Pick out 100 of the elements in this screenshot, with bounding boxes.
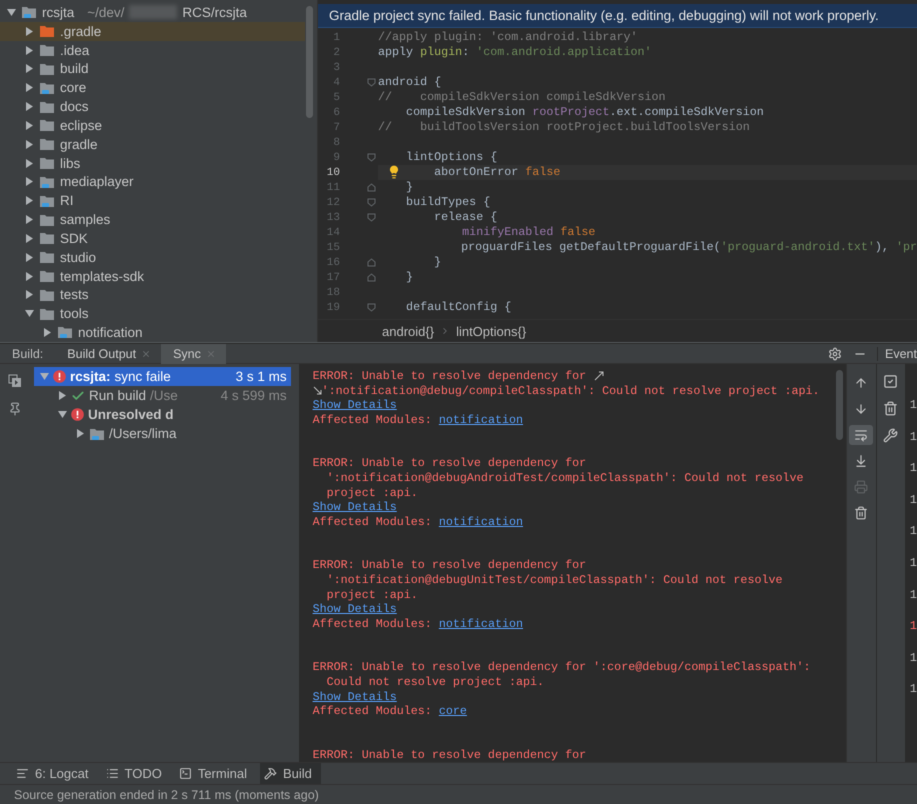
folder-icon bbox=[57, 325, 73, 340]
event-time-text: 1 bbox=[910, 556, 917, 570]
tab[interactable]: Sync bbox=[161, 344, 226, 364]
tree-item[interactable]: RI bbox=[0, 191, 305, 210]
tree-item[interactable]: libs bbox=[0, 154, 305, 172]
collapsed-arrow-icon[interactable] bbox=[25, 234, 34, 243]
line-number: 6 bbox=[332, 106, 340, 118]
module-link[interactable]: notification bbox=[438, 412, 524, 428]
collapsed-arrow-icon[interactable] bbox=[43, 328, 52, 337]
tree-item[interactable]: studio bbox=[0, 248, 305, 267]
show-details-link[interactable]: Show Details bbox=[312, 602, 397, 617]
collapsed-arrow-icon[interactable] bbox=[25, 272, 34, 280]
collapsed-arrow-icon[interactable] bbox=[25, 177, 34, 186]
sync-failed-banner: Gradle project sync failed. Basic functionality (e.g. editing, debugging) will not work properly. bbox=[318, 4, 917, 28]
scrollbar-thumb[interactable] bbox=[306, 6, 313, 118]
pin-icon[interactable] bbox=[8, 402, 22, 416]
tab[interactable]: Build Output bbox=[55, 344, 162, 364]
line-number: 17 bbox=[326, 272, 340, 284]
breadcrumb-item[interactable]: android{} bbox=[382, 324, 434, 338]
error-text: project :api. bbox=[326, 588, 418, 602]
tree-item[interactable]: rcsjta ~/dev/ RCS/rcsjta bbox=[0, 3, 305, 22]
fold-marker-icon[interactable] bbox=[367, 213, 376, 222]
fold-marker-icon[interactable] bbox=[367, 258, 376, 267]
folder-icon bbox=[39, 62, 55, 76]
layout-icon[interactable] bbox=[8, 374, 22, 388]
tool-window-tab[interactable]: TODO bbox=[102, 762, 171, 784]
module-link[interactable]: notification bbox=[438, 514, 524, 530]
collapsed-arrow-icon[interactable] bbox=[58, 391, 67, 400]
lines-icon bbox=[16, 767, 29, 780]
show-details-link[interactable]: Show Details bbox=[312, 398, 397, 413]
tree-item[interactable]: templates-sdk bbox=[0, 266, 305, 286]
collapsed-arrow-icon[interactable] bbox=[25, 290, 34, 300]
error-text: ERROR: Unable to resolve dependency for bbox=[312, 369, 586, 384]
tree-item[interactable]: gradle bbox=[0, 134, 305, 154]
collapsed-arrow-icon[interactable] bbox=[25, 196, 34, 206]
tree-item[interactable]: mediaplayer bbox=[0, 172, 305, 192]
line-number: 12 bbox=[326, 196, 340, 208]
expanded-arrow-icon[interactable] bbox=[58, 410, 67, 419]
error-text: ERROR: Unable to resolve dependency for bbox=[312, 456, 586, 471]
tree-item[interactable]: tools bbox=[0, 304, 305, 324]
folder-icon bbox=[39, 250, 55, 264]
collapsed-arrow-icon[interactable] bbox=[25, 46, 34, 55]
build-tree-item[interactable]: Unresolved d bbox=[34, 405, 291, 424]
settings-icon[interactable] bbox=[828, 346, 842, 360]
collapsed-arrow-icon[interactable] bbox=[25, 83, 34, 92]
expanded-arrow-icon[interactable] bbox=[7, 8, 16, 17]
wrench-icon[interactable] bbox=[883, 428, 898, 443]
collapsed-arrow-icon[interactable] bbox=[25, 64, 34, 74]
fold-marker-icon[interactable] bbox=[367, 78, 376, 87]
tree-item[interactable]: eclipse bbox=[0, 116, 305, 135]
breadcrumb-item[interactable]: lintOptions{} bbox=[456, 324, 526, 338]
tree-item[interactable]: .idea bbox=[0, 40, 305, 60]
tree-item[interactable]: build bbox=[0, 59, 305, 78]
collapsed-arrow-icon[interactable] bbox=[25, 26, 34, 36]
line-number: 4 bbox=[332, 76, 340, 88]
show-details-link[interactable]: Show Details bbox=[312, 500, 397, 515]
tool-window-tab[interactable]: Terminal bbox=[174, 762, 256, 784]
tree-item[interactable]: SDK bbox=[0, 228, 305, 248]
module-link[interactable]: core bbox=[438, 704, 467, 719]
fold-marker-icon[interactable] bbox=[367, 183, 376, 192]
trash-icon bbox=[854, 506, 868, 520]
tree-item[interactable]: core bbox=[0, 78, 305, 98]
build-tree-item[interactable]: Run build /Use 4 s 599 ms bbox=[34, 386, 291, 405]
code-line: compileSdkVersion rootProject.ext.compileSdkVersion bbox=[405, 105, 765, 120]
tool-window-tab[interactable]: Build bbox=[260, 762, 321, 784]
tree-item[interactable]: .gradle bbox=[0, 22, 305, 41]
build-tree-item[interactable]: rcsjta: sync faile 3 s 1 ms bbox=[34, 367, 291, 386]
tree-item[interactable]: tests bbox=[0, 285, 305, 304]
collapsed-arrow-icon[interactable] bbox=[25, 102, 34, 112]
side-tab[interactable]: Event bbox=[877, 346, 917, 360]
checkbox-icon[interactable] bbox=[883, 374, 898, 389]
trash-icon[interactable] bbox=[883, 401, 898, 416]
collapsed-arrow-icon[interactable] bbox=[25, 252, 34, 262]
line-number: 15 bbox=[326, 242, 340, 254]
code-line: } bbox=[433, 255, 442, 270]
collapsed-arrow-icon[interactable] bbox=[25, 158, 34, 168]
tree-item[interactable]: docs bbox=[0, 97, 305, 116]
scrollbar-thumb[interactable] bbox=[836, 370, 844, 440]
duration-text: 4 s 599 ms bbox=[220, 388, 287, 403]
collapsed-arrow-icon[interactable] bbox=[25, 140, 34, 149]
fold-marker-icon[interactable] bbox=[367, 198, 376, 207]
build-tree-item[interactable]: /Users/lima bbox=[34, 424, 291, 443]
toolbar-button[interactable] bbox=[849, 425, 874, 445]
expanded-arrow-icon[interactable] bbox=[40, 372, 49, 381]
fold-marker-icon[interactable] bbox=[367, 153, 376, 162]
fold-marker-icon[interactable] bbox=[367, 273, 376, 282]
expanded-arrow-icon[interactable] bbox=[25, 309, 34, 318]
show-details-link[interactable]: Show Details bbox=[312, 690, 397, 704]
module-link[interactable]: notification bbox=[438, 616, 524, 632]
lightbulb-icon[interactable] bbox=[387, 165, 401, 179]
collapsed-arrow-icon[interactable] bbox=[76, 429, 85, 438]
code-line: proguardFiles getDefaultProguardFile('proguard-android.txt'), 'pr bbox=[460, 240, 917, 255]
tool-window-tab[interactable]: 6: Logcat bbox=[12, 762, 98, 784]
tree-item[interactable]: notification bbox=[0, 323, 305, 342]
collapsed-arrow-icon[interactable] bbox=[25, 120, 34, 130]
fold-marker-icon[interactable] bbox=[367, 303, 376, 312]
event-time-text: 1 bbox=[910, 461, 917, 476]
collapsed-arrow-icon[interactable] bbox=[25, 215, 34, 224]
event-time-text: 1 bbox=[910, 492, 917, 507]
tree-item[interactable]: samples bbox=[0, 210, 305, 229]
